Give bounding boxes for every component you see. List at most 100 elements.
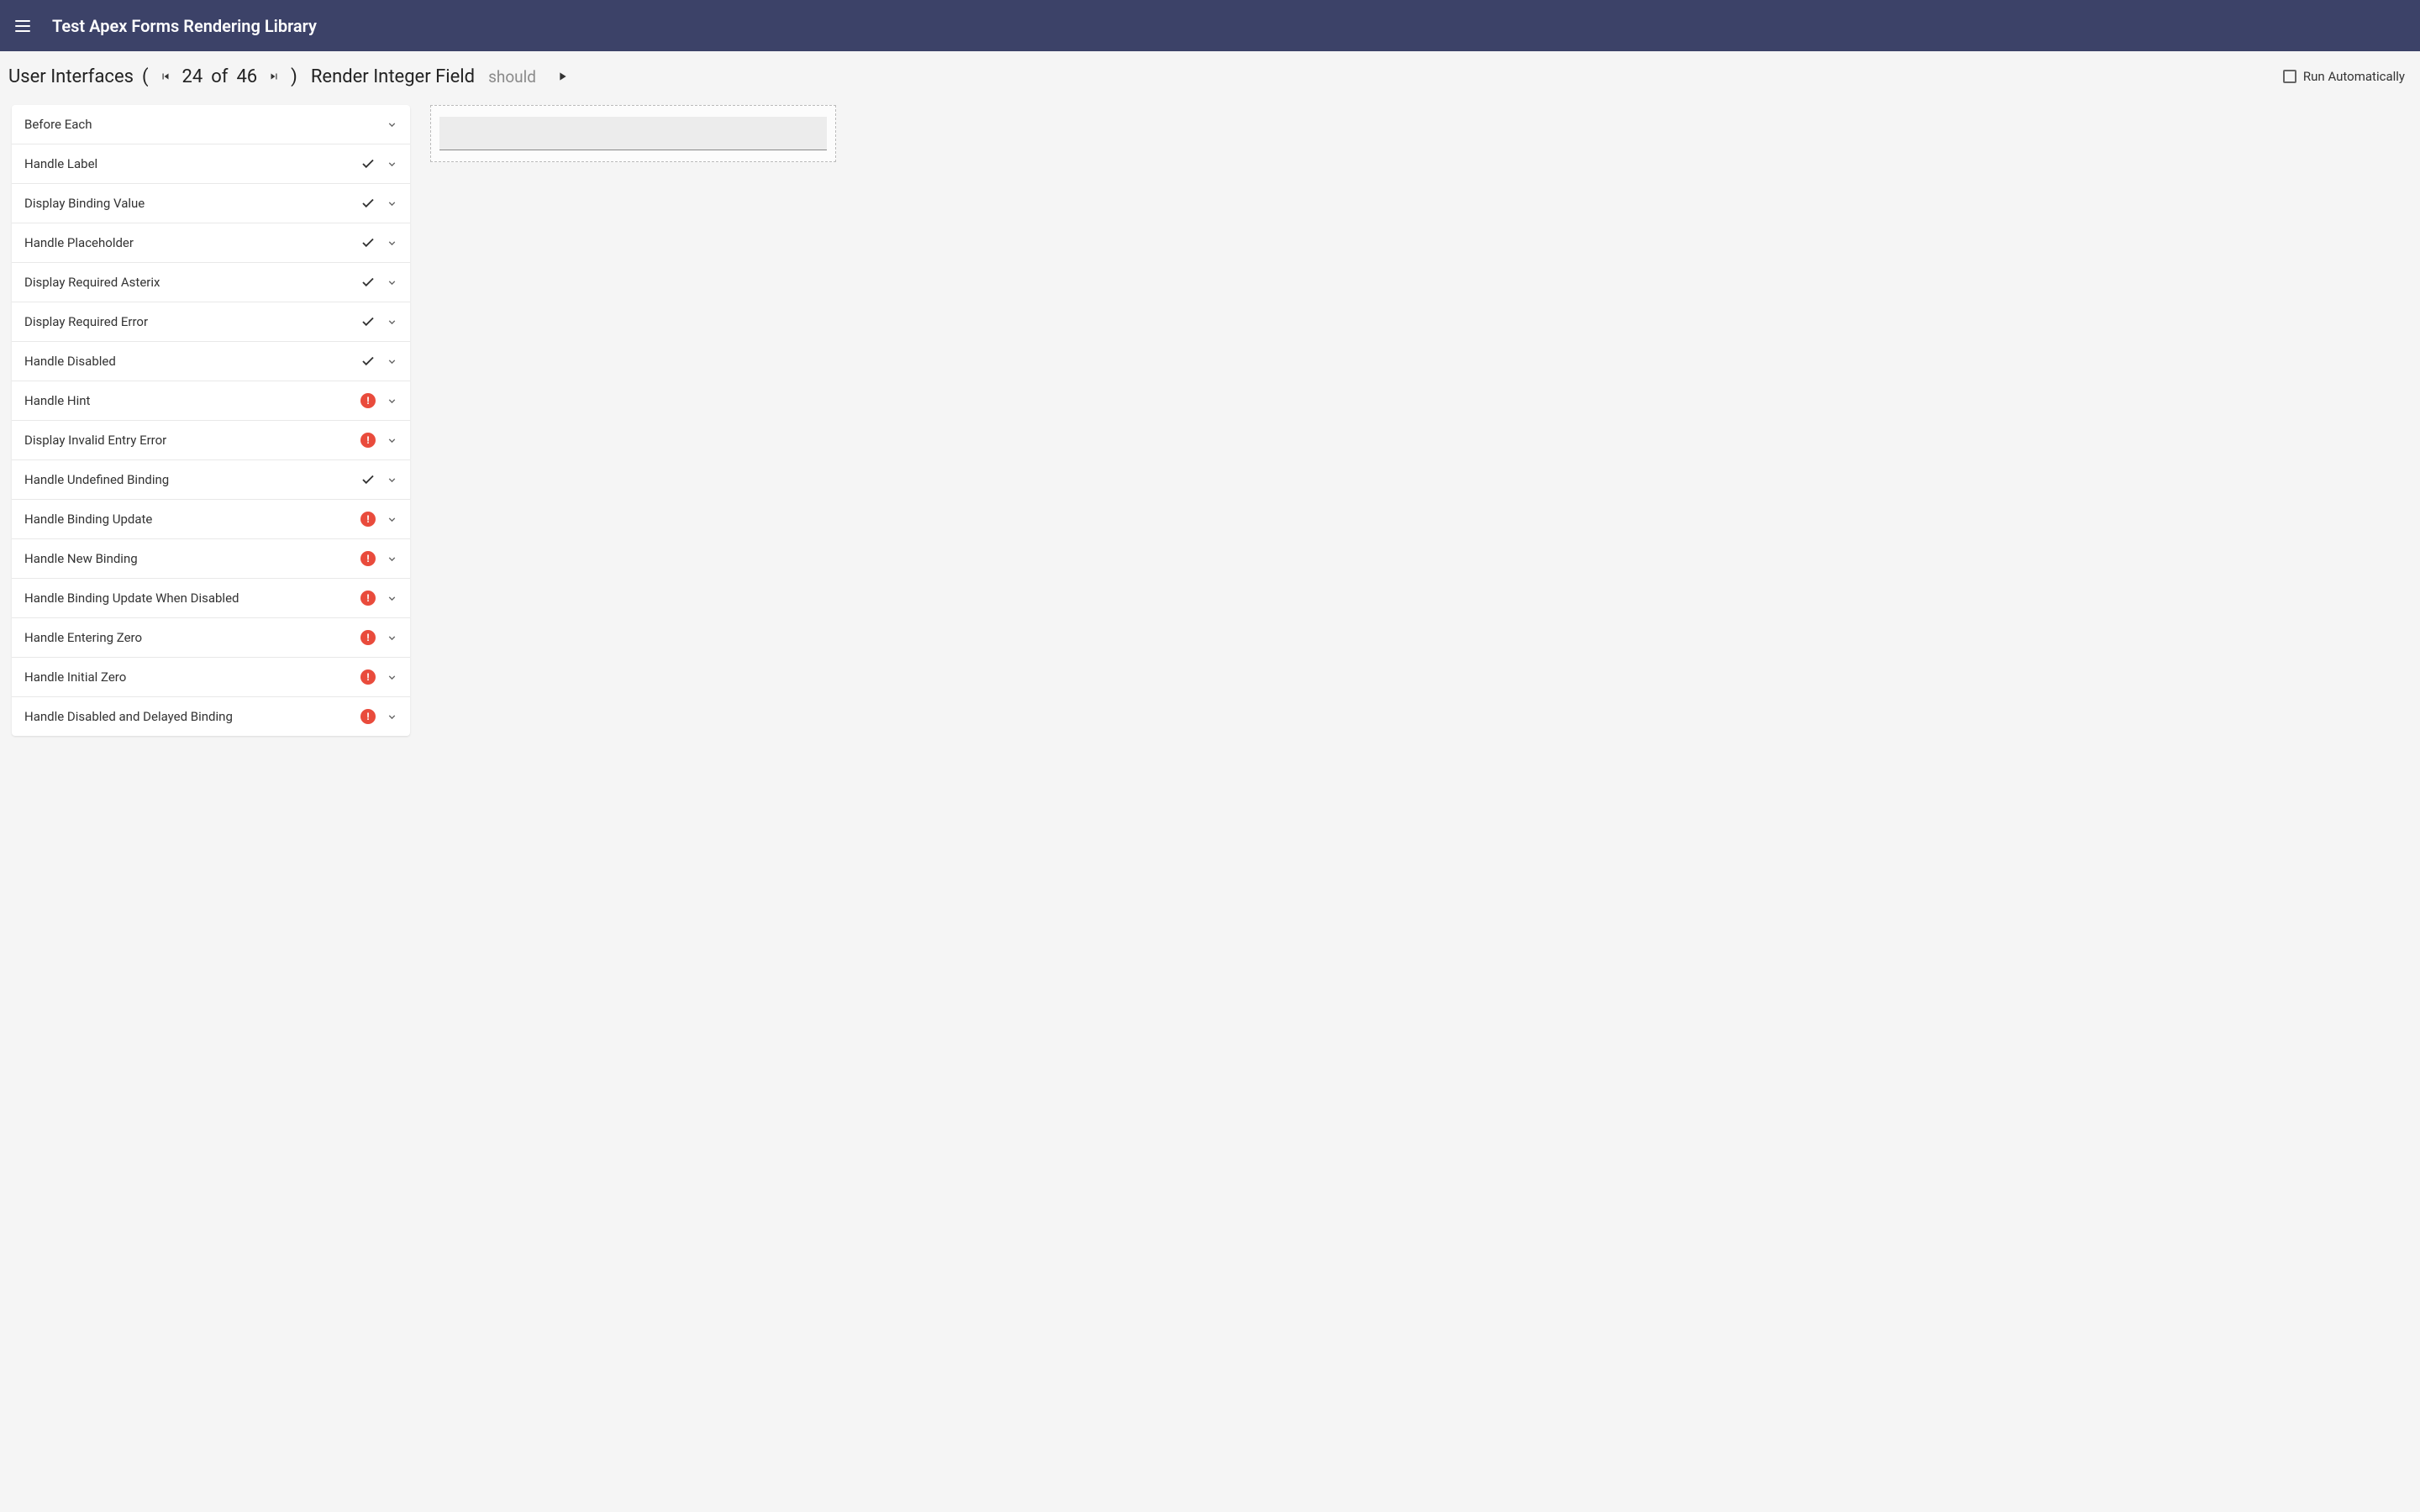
test-item-label: Handle Disabled — [24, 354, 116, 369]
chevron-down-icon[interactable] — [386, 158, 397, 170]
test-item-label: Display Required Asterix — [24, 275, 160, 290]
test-item-right — [360, 156, 397, 171]
test-item-right — [360, 314, 397, 329]
subheader-left: User Interfaces ( 24 of 46 ) Render Inte… — [8, 66, 2283, 87]
test-item[interactable]: Display Required Error — [12, 302, 410, 342]
subheader-right: Run Automatically — [2283, 69, 2412, 84]
test-item[interactable]: Handle Binding Update! — [12, 500, 410, 539]
check-icon — [360, 196, 376, 211]
subheader: User Interfaces ( 24 of 46 ) Render Inte… — [0, 51, 2420, 102]
test-item[interactable]: Handle Disabled and Delayed Binding! — [12, 697, 410, 736]
breadcrumb-should: should — [488, 67, 536, 87]
menu-icon[interactable] — [15, 16, 35, 36]
test-item-label: Handle Label — [24, 156, 97, 171]
chevron-down-icon[interactable] — [386, 513, 397, 525]
test-item[interactable]: Handle Binding Update When Disabled! — [12, 579, 410, 618]
chevron-down-icon[interactable] — [386, 474, 397, 486]
test-item-right: ! — [360, 551, 397, 566]
test-item-right: ! — [360, 433, 397, 448]
content-area: Before Each Handle Label Display Binding V… — [0, 102, 2420, 739]
chevron-down-icon[interactable] — [386, 434, 397, 446]
test-item-right — [360, 354, 397, 369]
check-icon — [360, 354, 376, 369]
test-item-right: ! — [360, 669, 397, 685]
test-item-label: Handle Binding Update When Disabled — [24, 591, 239, 606]
test-item-right — [386, 118, 397, 130]
test-item-label: Handle Placeholder — [24, 235, 134, 250]
run-auto-label[interactable]: Run Automatically — [2303, 69, 2405, 84]
chevron-down-icon[interactable] — [386, 355, 397, 367]
chevron-down-icon[interactable] — [386, 395, 397, 407]
error-icon: ! — [360, 709, 376, 724]
test-list: Before Each Handle Label Display Binding V… — [12, 105, 410, 736]
error-icon: ! — [360, 591, 376, 606]
preview-input[interactable] — [439, 117, 827, 150]
test-item-label: Before Each — [24, 117, 92, 132]
error-icon: ! — [360, 630, 376, 645]
pager-current: 24 — [182, 66, 203, 87]
test-item-label: Handle Hint — [24, 393, 90, 408]
test-item-label: Handle Entering Zero — [24, 630, 142, 645]
test-item[interactable]: Handle Placeholder — [12, 223, 410, 263]
error-icon: ! — [360, 551, 376, 566]
test-item-label: Handle Initial Zero — [24, 669, 126, 685]
error-icon: ! — [360, 512, 376, 527]
error-icon: ! — [360, 433, 376, 448]
chevron-down-icon[interactable] — [386, 553, 397, 564]
chevron-down-icon[interactable] — [386, 632, 397, 643]
error-icon: ! — [360, 669, 376, 685]
check-icon — [360, 235, 376, 250]
test-item-right: ! — [360, 630, 397, 645]
chevron-down-icon[interactable] — [386, 316, 397, 328]
test-item[interactable]: Handle Entering Zero! — [12, 618, 410, 658]
test-item[interactable]: Handle Hint! — [12, 381, 410, 421]
chevron-down-icon[interactable] — [386, 671, 397, 683]
chevron-down-icon[interactable] — [386, 276, 397, 288]
pager-of: of — [211, 66, 228, 87]
run-auto-checkbox[interactable] — [2283, 70, 2296, 83]
test-item-right — [360, 275, 397, 290]
test-item-label: Display Binding Value — [24, 196, 145, 211]
test-item[interactable]: Display Binding Value — [12, 184, 410, 223]
test-item[interactable]: Handle New Binding! — [12, 539, 410, 579]
test-item[interactable]: Display Required Asterix — [12, 263, 410, 302]
chevron-down-icon[interactable] — [386, 237, 397, 249]
paren-open: ( — [142, 66, 149, 87]
test-item[interactable]: Handle Label — [12, 144, 410, 184]
test-item-label: Handle New Binding — [24, 551, 138, 566]
pager-total: 46 — [236, 66, 257, 87]
chevron-down-icon[interactable] — [386, 592, 397, 604]
test-item-label: Handle Disabled and Delayed Binding — [24, 709, 233, 724]
test-item-right — [360, 196, 397, 211]
breadcrumb-section: User Interfaces — [8, 66, 134, 87]
preview-panel — [430, 105, 836, 162]
test-item-right: ! — [360, 393, 397, 408]
test-item-right: ! — [360, 591, 397, 606]
chevron-down-icon[interactable] — [386, 197, 397, 209]
app-header: Test Apex Forms Rendering Library — [0, 0, 2420, 51]
test-item[interactable]: Handle Undefined Binding — [12, 460, 410, 500]
check-icon — [360, 472, 376, 487]
app-title: Test Apex Forms Rendering Library — [52, 16, 317, 36]
test-item-label: Handle Binding Update — [24, 512, 152, 527]
test-item-label: Handle Undefined Binding — [24, 472, 169, 487]
pager-first-icon[interactable] — [157, 68, 174, 85]
breadcrumb-test-name: Render Integer Field — [311, 66, 475, 87]
check-icon — [360, 275, 376, 290]
test-item-label: Display Invalid Entry Error — [24, 433, 166, 448]
paren-close: ) — [291, 66, 297, 87]
test-item[interactable]: Display Invalid Entry Error! — [12, 421, 410, 460]
chevron-down-icon[interactable] — [386, 118, 397, 130]
test-item[interactable]: Handle Initial Zero! — [12, 658, 410, 697]
test-item[interactable]: Handle Disabled — [12, 342, 410, 381]
check-icon — [360, 156, 376, 171]
test-item-label: Display Required Error — [24, 314, 148, 329]
test-item[interactable]: Before Each — [12, 105, 410, 144]
pager-last-icon[interactable] — [266, 68, 282, 85]
check-icon — [360, 314, 376, 329]
test-item-right — [360, 235, 397, 250]
test-item-right — [360, 472, 397, 487]
chevron-down-icon[interactable] — [386, 711, 397, 722]
test-item-right: ! — [360, 709, 397, 724]
play-icon[interactable] — [553, 67, 571, 86]
